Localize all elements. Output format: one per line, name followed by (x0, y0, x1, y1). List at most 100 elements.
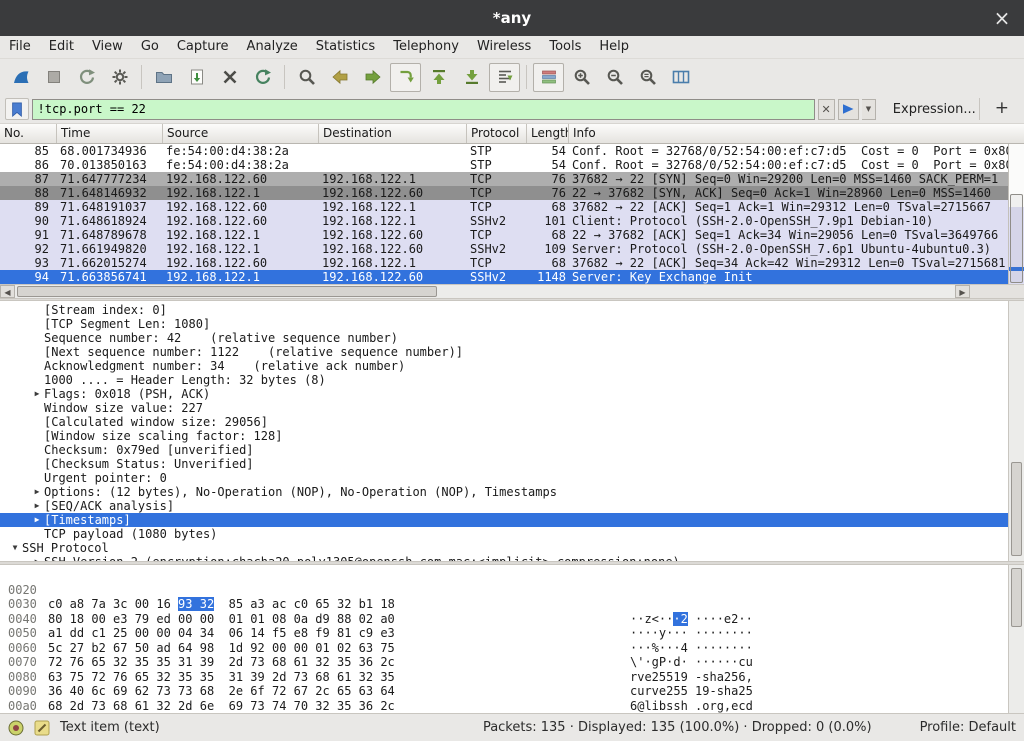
menu-item[interactable]: File (0, 36, 40, 58)
packet-row[interactable]: 93 71.662015274 192.168.122.60 192.168.1… (0, 256, 1008, 270)
detail-line[interactable]: ▼ SSH Protocol (0, 541, 1008, 555)
expression-button[interactable]: Expression... (893, 102, 976, 117)
hex-row[interactable]: 0020 c0 a8 7a 3c 00 16 93 32 85 a3 ac c0… (0, 568, 1008, 583)
menu-item[interactable]: Statistics (307, 36, 384, 58)
packet-row[interactable]: 86 70.013850163 fe:54:00:d4:38:2a STP 54… (0, 158, 1008, 172)
column-header[interactable]: Destination (319, 124, 467, 143)
scroll-right-arrow[interactable]: ▶ (955, 285, 970, 298)
detail-line[interactable]: Sequence number: 42 (relative sequence n… (0, 331, 1008, 345)
go-back-button[interactable] (324, 63, 355, 92)
menu-item[interactable]: Tools (540, 36, 590, 58)
detail-line[interactable]: Urgent pointer: 0 (0, 471, 1008, 485)
detail-line[interactable]: [TCP Segment Len: 1080] (0, 317, 1008, 331)
column-header[interactable]: Protocol (467, 124, 527, 143)
expander-icon[interactable] (30, 373, 44, 387)
details-vscrollbar[interactable] (1008, 301, 1024, 561)
menu-item[interactable]: Capture (168, 36, 238, 58)
menu-item[interactable]: Analyze (238, 36, 307, 58)
detail-line[interactable]: Checksum: 0x79ed [unverified] (0, 443, 1008, 457)
restart-capture-button[interactable] (71, 63, 102, 92)
save-file-button[interactable] (181, 63, 212, 92)
expander-icon[interactable] (30, 303, 44, 317)
expander-icon[interactable] (30, 527, 44, 541)
expander-icon[interactable]: ▶ (30, 513, 44, 527)
detail-line[interactable]: Window size value: 227 (0, 401, 1008, 415)
first-packet-button[interactable] (423, 63, 454, 92)
packet-row[interactable]: 92 71.661949820 192.168.122.1 192.168.12… (0, 242, 1008, 256)
detail-line[interactable]: 1000 .... = Header Length: 32 bytes (8) (0, 373, 1008, 387)
hex-row[interactable]: 0080 36 40 6c 69 62 73 73 68 2e 6f 72 67… (0, 655, 1008, 670)
detail-line[interactable]: ▶ Flags: 0x018 (PSH, ACK) (0, 387, 1008, 401)
add-filter-button[interactable]: + (991, 98, 1019, 120)
filter-clear-button[interactable]: ✕ (818, 99, 835, 120)
auto-scroll-button[interactable] (489, 63, 520, 92)
packet-row[interactable]: 87 71.647777234 192.168.122.60 192.168.1… (0, 172, 1008, 186)
hex-row[interactable]: 0090 68 2d 73 68 61 32 2d 6e 69 73 74 70… (0, 670, 1008, 685)
hscroll-thumb[interactable] (17, 286, 437, 297)
vscroll-thumb[interactable] (1011, 462, 1022, 556)
expander-icon[interactable]: ▶ (30, 555, 44, 561)
vscroll-thumb[interactable] (1011, 568, 1022, 627)
start-capture-button[interactable] (5, 63, 36, 92)
detail-line[interactable]: Acknowledgment number: 34 (relative ack … (0, 359, 1008, 373)
packet-row[interactable]: 89 71.648191037 192.168.122.60 192.168.1… (0, 200, 1008, 214)
menu-item[interactable]: View (83, 36, 132, 58)
packet-row[interactable]: 91 71.648789678 192.168.122.1 192.168.12… (0, 228, 1008, 242)
last-packet-button[interactable] (456, 63, 487, 92)
menu-item[interactable]: Wireless (468, 36, 540, 58)
expander-icon[interactable] (30, 457, 44, 471)
expander-icon[interactable] (30, 401, 44, 415)
hex-row[interactable]: 0070 63 75 72 76 65 32 35 35 31 39 2d 73… (0, 641, 1008, 656)
zoom-out-button[interactable] (599, 63, 630, 92)
capture-comment-icon[interactable] (34, 720, 50, 736)
find-packet-button[interactable] (291, 63, 322, 92)
detail-line[interactable]: [Window size scaling factor: 128] (0, 429, 1008, 443)
packet-row[interactable]: 90 71.648618924 192.168.122.60 192.168.1… (0, 214, 1008, 228)
stop-capture-button[interactable] (38, 63, 69, 92)
expander-icon[interactable]: ▶ (30, 387, 44, 401)
scroll-left-arrow[interactable]: ◀ (0, 285, 15, 298)
detail-line[interactable]: ▶ [Timestamps] (0, 513, 1008, 527)
expander-icon[interactable] (30, 415, 44, 429)
hex-row[interactable]: 0030 80 18 00 e3 79 ed 00 00 01 01 08 0a… (0, 583, 1008, 598)
resize-columns-button[interactable] (665, 63, 696, 92)
hex-row[interactable]: 00a0 65 63 64 68 2d 73 68 61 32 2d 6e 69… (0, 684, 1008, 699)
filter-apply-button[interactable] (838, 99, 860, 120)
expert-info-icon[interactable] (8, 720, 24, 736)
display-filter-input[interactable] (32, 99, 815, 120)
expander-icon[interactable] (30, 317, 44, 331)
detail-line[interactable]: [Stream index: 0] (0, 303, 1008, 317)
menu-item[interactable]: Go (132, 36, 168, 58)
go-forward-button[interactable] (357, 63, 388, 92)
expander-icon[interactable] (30, 471, 44, 485)
menu-item[interactable]: Telephony (384, 36, 468, 58)
hscroll-trough[interactable] (15, 285, 955, 298)
hex-row[interactable]: 0050 5c 27 b2 67 50 ad 64 98 1d 92 00 00… (0, 612, 1008, 627)
open-file-button[interactable] (148, 63, 179, 92)
packet-list-vscrollbar[interactable] (1008, 144, 1024, 284)
expander-icon[interactable]: ▶ (30, 499, 44, 513)
detail-line[interactable]: [Checksum Status: Unverified] (0, 457, 1008, 471)
zoom-in-button[interactable] (566, 63, 597, 92)
filter-dropdown-button[interactable]: ▼ (862, 99, 876, 120)
expander-icon[interactable] (30, 359, 44, 373)
capture-options-button[interactable] (104, 63, 135, 92)
menu-item[interactable]: Edit (40, 36, 83, 58)
menu-item[interactable]: Help (590, 36, 638, 58)
zoom-original-button[interactable] (632, 63, 663, 92)
statusbar-profile[interactable]: Profile: Default (920, 720, 1016, 735)
window-titlebar[interactable]: *any × (0, 0, 1024, 36)
expander-icon[interactable] (30, 443, 44, 457)
column-header[interactable]: Time (57, 124, 163, 143)
detail-line[interactable]: ▶ SSH Version 2 (encryption:chacha20-pol… (0, 555, 1008, 561)
hex-row[interactable]: 00b0 38 34 2c 65 63 64 68 2d 73 68 61 32… (0, 699, 1008, 714)
packet-row[interactable]: 94 71.663856741 192.168.122.1 192.168.12… (0, 270, 1008, 284)
packet-row[interactable]: 88 71.648146932 192.168.122.1 192.168.12… (0, 186, 1008, 200)
expander-icon[interactable] (30, 331, 44, 345)
filter-bookmark-button[interactable] (5, 98, 29, 120)
expander-icon[interactable] (30, 429, 44, 443)
detail-line[interactable]: TCP payload (1080 bytes) (0, 527, 1008, 541)
column-header[interactable]: Info (569, 124, 1024, 143)
column-header[interactable]: Source (163, 124, 319, 143)
detail-line[interactable]: ▶ Options: (12 bytes), No-Operation (NOP… (0, 485, 1008, 499)
